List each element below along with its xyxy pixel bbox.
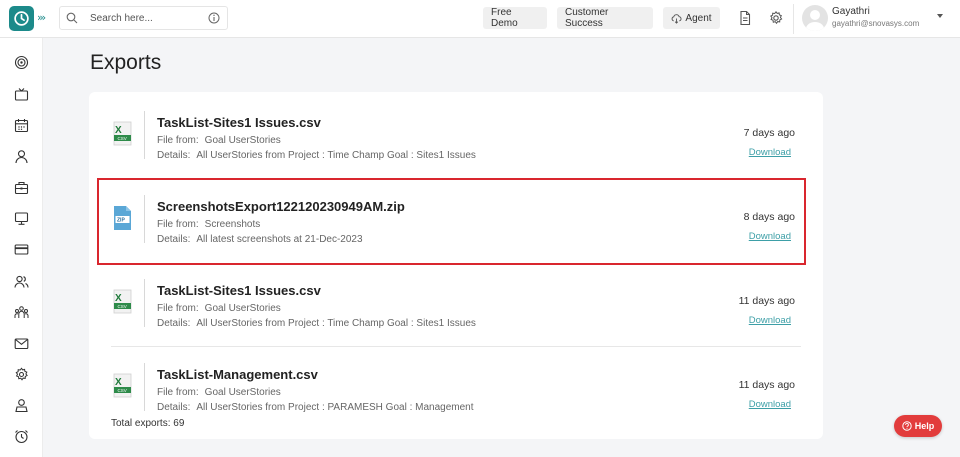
search-icon: [66, 12, 78, 24]
agent-button-label: Agent: [685, 12, 712, 24]
item-divider: [144, 195, 145, 243]
export-age: 7 days ago: [743, 127, 795, 139]
avatar-person-icon: [806, 10, 824, 31]
monitor-icon[interactable]: [14, 211, 29, 226]
help-button[interactable]: Help: [894, 415, 942, 437]
page-title: Exports: [90, 51, 162, 74]
customer-success-button[interactable]: Customer Success: [557, 7, 653, 29]
person-badge-icon[interactable]: [14, 398, 29, 413]
svg-text:CSV: CSV: [118, 304, 127, 309]
file-name: ScreenshotsExport122120230949AM.zip: [157, 199, 405, 214]
settings-icon[interactable]: [14, 367, 29, 382]
help-label: Help: [914, 421, 935, 431]
credit-card-icon[interactable]: [14, 242, 29, 257]
search-input[interactable]: [90, 10, 200, 26]
download-link[interactable]: Download: [749, 231, 791, 242]
item-divider: [144, 111, 145, 159]
export-item: ZIP ScreenshotsExport122120230949AM.zip …: [111, 179, 801, 263]
export-age: 11 days ago: [738, 295, 795, 307]
sidebar: [0, 38, 43, 457]
document-icon[interactable]: [737, 10, 753, 26]
info-icon[interactable]: [208, 12, 220, 24]
export-item: X CSV TaskList-Sites1 Issues.csv File fr…: [111, 95, 801, 179]
search-box: [59, 6, 228, 30]
svg-text:X: X: [115, 293, 122, 304]
mail-icon[interactable]: [14, 336, 29, 351]
svg-text:X: X: [115, 125, 122, 136]
csv-file-icon: X CSV: [113, 121, 132, 146]
file-name: TaskList-Sites1 Issues.csv: [157, 115, 321, 130]
agent-button[interactable]: Agent: [663, 7, 720, 29]
user-avatar[interactable]: [802, 5, 828, 31]
export-item: X CSV TaskList-Management.csv File from:…: [111, 347, 801, 412]
file-from: File from: Screenshots: [157, 219, 261, 230]
file-details: Details: All latest screenshots at 21-Dec…: [157, 234, 363, 245]
cloud-download-icon: [672, 13, 682, 24]
calendar-icon[interactable]: [14, 118, 29, 133]
item-divider: [144, 363, 145, 411]
user-email: gayathri@snovasys.com: [832, 19, 920, 28]
file-name: TaskList-Sites1 Issues.csv: [157, 283, 321, 298]
svg-text:ZIP: ZIP: [117, 218, 125, 224]
export-age: 11 days ago: [738, 379, 795, 391]
download-link[interactable]: Download: [749, 315, 791, 326]
svg-text:CSV: CSV: [118, 388, 127, 393]
export-age: 8 days ago: [743, 211, 795, 223]
download-link[interactable]: Download: [749, 147, 791, 158]
file-details: Details: All UserStories from Project : T…: [157, 150, 476, 161]
user-icon[interactable]: [14, 149, 29, 164]
file-details: Details: All UserStories from Project : T…: [157, 318, 476, 329]
header-divider: [793, 4, 794, 34]
help-circle-icon: [902, 421, 912, 431]
free-demo-button[interactable]: Free Demo: [483, 7, 547, 29]
settings-gear-icon[interactable]: [768, 10, 784, 26]
expand-sidebar-icon[interactable]: ›››: [37, 11, 46, 24]
exports-card: X CSV TaskList-Sites1 Issues.csv File fr…: [89, 92, 823, 439]
app-logo[interactable]: [9, 6, 34, 31]
svg-text:CSV: CSV: [118, 136, 127, 141]
users-icon[interactable]: [14, 274, 29, 289]
user-menu-chevron-down-icon[interactable]: [937, 14, 943, 18]
user-name[interactable]: Gayathri: [832, 6, 870, 17]
file-from: File from: Goal UserStories: [157, 303, 281, 314]
item-divider: [144, 279, 145, 327]
file-name: TaskList-Management.csv: [157, 367, 318, 382]
csv-file-icon: X CSV: [113, 373, 132, 398]
zip-file-icon: ZIP: [114, 206, 131, 230]
briefcase-icon[interactable]: [14, 180, 29, 195]
download-link[interactable]: Download: [749, 399, 791, 410]
alarm-clock-icon[interactable]: [14, 429, 29, 444]
top-bar: ››› Free Demo Customer Success Agent: [0, 0, 960, 38]
tv-icon[interactable]: [14, 87, 29, 102]
export-item: X CSV TaskList-Sites1 Issues.csv File fr…: [111, 263, 801, 347]
file-details: Details: All UserStories from Project : P…: [157, 402, 474, 412]
svg-text:X: X: [115, 377, 122, 388]
total-exports-count: Total exports: 69: [111, 418, 185, 429]
target-icon[interactable]: [14, 55, 29, 70]
csv-file-icon: X CSV: [113, 289, 132, 314]
file-from: File from: Goal UserStories: [157, 135, 281, 146]
file-from: File from: Goal UserStories: [157, 387, 281, 398]
clock-logo-icon: [14, 11, 29, 26]
exports-list[interactable]: X CSV TaskList-Sites1 Issues.csv File fr…: [89, 92, 823, 412]
team-icon[interactable]: [14, 305, 29, 320]
